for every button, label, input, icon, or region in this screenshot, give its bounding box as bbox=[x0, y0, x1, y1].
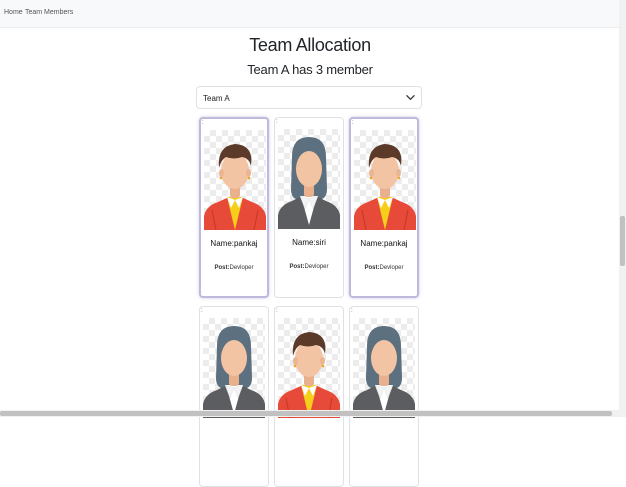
post-label: Post: bbox=[364, 265, 380, 271]
member-post: Post:Devloper bbox=[351, 265, 417, 271]
post-value: Devloper bbox=[304, 264, 329, 270]
card-marker: : bbox=[276, 119, 278, 125]
member-card[interactable]: : bbox=[274, 306, 344, 487]
member-name: Name:pankaj bbox=[210, 239, 258, 248]
member-avatar bbox=[353, 318, 415, 418]
member-avatar bbox=[204, 130, 266, 230]
team-select[interactable]: Team A bbox=[196, 86, 422, 109]
post-value: Devloper bbox=[229, 265, 254, 271]
card-marker: : bbox=[276, 308, 278, 314]
member-avatar bbox=[278, 129, 340, 229]
vertical-scrollbar-thumb[interactable] bbox=[620, 216, 625, 266]
nav-team-members-link[interactable]: Team Members bbox=[25, 9, 73, 16]
horizontal-scrollbar-thumb[interactable] bbox=[0, 411, 612, 416]
team-select-value: Team A bbox=[203, 94, 230, 103]
post-label: Post: bbox=[289, 264, 305, 270]
member-post: Post:Devloper bbox=[201, 265, 267, 271]
card-marker: : bbox=[352, 120, 354, 126]
team-count-subtitle: Team A has 3 member bbox=[247, 62, 373, 77]
member-avatar bbox=[203, 318, 265, 418]
card-marker: : bbox=[202, 120, 204, 126]
navbar: Home Team Members bbox=[0, 0, 626, 28]
member-name: Name:siri bbox=[292, 238, 326, 247]
member-avatar bbox=[354, 130, 416, 230]
vertical-scrollbar-track[interactable] bbox=[619, 0, 626, 417]
member-name: Name:pankaj bbox=[360, 239, 408, 248]
member-card[interactable]: : bbox=[199, 306, 269, 487]
page-title: Team Allocation bbox=[249, 35, 371, 55]
member-post: Post:Devloper bbox=[275, 264, 343, 270]
nav-home-link[interactable]: Home bbox=[4, 9, 23, 16]
post-value: Devloper bbox=[379, 265, 404, 271]
chevron-down-icon bbox=[406, 95, 415, 100]
card-marker: : bbox=[351, 308, 353, 314]
member-card[interactable]: : Name:pankaj Post:Devloper bbox=[349, 117, 419, 298]
member-avatar bbox=[278, 318, 340, 418]
card-marker: : bbox=[201, 308, 203, 314]
member-card[interactable]: : Name:pankaj Post:Devloper bbox=[199, 117, 269, 298]
member-card[interactable]: : Name:siri Post:Devloper bbox=[274, 117, 344, 298]
post-label: Post: bbox=[214, 265, 230, 271]
member-card[interactable]: : bbox=[349, 306, 419, 487]
